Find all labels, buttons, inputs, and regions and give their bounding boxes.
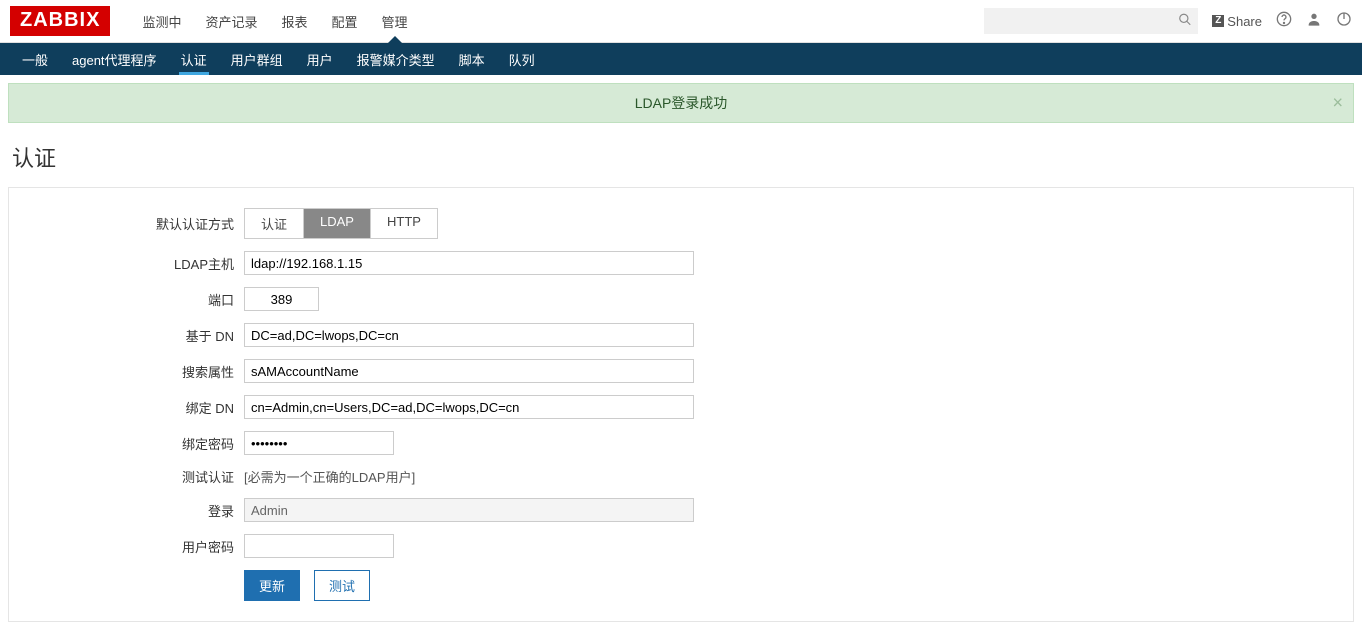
- page-title: 认证: [12, 141, 1350, 173]
- search-icon[interactable]: [1178, 13, 1192, 30]
- subnav-label: 一般: [22, 50, 48, 69]
- form-card: 默认认证方式 认证 LDAP HTTP LDAP主机 端口 基于 DN: [8, 187, 1354, 622]
- share-label: Share: [1227, 14, 1262, 29]
- test-auth-helper: [必需为一个正确的LDAP用户]: [244, 470, 415, 485]
- success-alert: LDAP登录成功 ×: [8, 83, 1354, 123]
- label-login: 登录: [19, 501, 244, 520]
- opt-label: 认证: [261, 217, 287, 232]
- label-test-auth: 测试认证: [19, 467, 244, 486]
- topnav-inventory[interactable]: 资产记录: [193, 0, 269, 42]
- label-search-attr: 搜索属性: [19, 362, 244, 381]
- alert-text: LDAP登录成功: [635, 95, 728, 111]
- opt-label: LDAP: [320, 214, 354, 229]
- topnav-reports[interactable]: 报表: [269, 0, 319, 42]
- label-bind-pw: 绑定密码: [19, 434, 244, 453]
- search-input[interactable]: [984, 8, 1198, 34]
- update-label: 更新: [259, 579, 285, 594]
- bind-pw-input[interactable]: [244, 431, 394, 455]
- default-auth-group: 认证 LDAP HTTP: [244, 208, 438, 239]
- top-right-controls: Z Share: [984, 8, 1352, 34]
- top-bar: ZABBIX 监测中 资产记录 报表 配置 管理 Z Share: [0, 0, 1362, 43]
- port-input[interactable]: [244, 287, 319, 311]
- auth-option-ldap[interactable]: LDAP: [304, 209, 371, 238]
- body-area: LDAP登录成功 × 认证 默认认证方式 认证 LDAP HTTP LDAP主机…: [0, 75, 1362, 630]
- topnav-label: 资产记录: [205, 12, 257, 31]
- help-icon[interactable]: [1276, 11, 1292, 31]
- topnav-monitoring[interactable]: 监测中: [130, 0, 193, 42]
- subnav-label: 报警媒介类型: [357, 50, 435, 69]
- topnav-config[interactable]: 配置: [320, 0, 370, 42]
- subnav-usergroups[interactable]: 用户群组: [219, 43, 295, 75]
- label-ldap-host: LDAP主机: [19, 254, 244, 273]
- user-pw-input[interactable]: [244, 534, 394, 558]
- ldap-host-input[interactable]: [244, 251, 694, 275]
- subnav-label: 用户群组: [231, 50, 283, 69]
- topnav-label: 配置: [332, 12, 358, 31]
- label-default-auth: 默认认证方式: [19, 214, 244, 233]
- test-button[interactable]: 测试: [314, 570, 370, 601]
- subnav-users[interactable]: 用户: [295, 43, 345, 75]
- subnav-proxies[interactable]: agent代理程序: [60, 43, 169, 75]
- label-bind-dn: 绑定 DN: [19, 398, 244, 417]
- share-z-icon: Z: [1212, 15, 1224, 27]
- topnav-label: 管理: [382, 12, 408, 31]
- subnav-auth[interactable]: 认证: [169, 43, 219, 75]
- subnav-mediatypes[interactable]: 报警媒介类型: [345, 43, 447, 75]
- top-nav: 监测中 资产记录 报表 配置 管理: [130, 0, 419, 42]
- action-row: 更新 测试: [244, 570, 1343, 601]
- update-button[interactable]: 更新: [244, 570, 300, 601]
- search-box: [984, 8, 1198, 34]
- auth-option-internal[interactable]: 认证: [245, 209, 304, 238]
- search-attr-input[interactable]: [244, 359, 694, 383]
- user-icon[interactable]: [1306, 11, 1322, 31]
- login-input: [244, 498, 694, 522]
- subnav-label: 认证: [181, 50, 207, 69]
- subnav-label: 脚本: [459, 50, 485, 69]
- subnav-general[interactable]: 一般: [10, 43, 60, 75]
- subnav-label: 队列: [509, 50, 535, 69]
- label-user-pw: 用户密码: [19, 537, 244, 556]
- subnav-queue[interactable]: 队列: [497, 43, 547, 75]
- logo: ZABBIX: [10, 6, 110, 36]
- subnav-label: agent代理程序: [72, 50, 157, 69]
- sub-nav: 一般 agent代理程序 认证 用户群组 用户 报警媒介类型 脚本 队列: [0, 43, 1362, 75]
- alert-close-icon[interactable]: ×: [1332, 93, 1343, 114]
- opt-label: HTTP: [387, 214, 421, 229]
- label-base-dn: 基于 DN: [19, 326, 244, 345]
- auth-option-http[interactable]: HTTP: [371, 209, 437, 238]
- test-label: 测试: [329, 579, 355, 594]
- topnav-label: 监测中: [142, 12, 181, 31]
- topnav-admin[interactable]: 管理: [370, 0, 420, 42]
- subnav-scripts[interactable]: 脚本: [447, 43, 497, 75]
- label-port: 端口: [19, 290, 244, 309]
- topnav-label: 报表: [281, 12, 307, 31]
- subnav-label: 用户: [307, 50, 333, 69]
- base-dn-input[interactable]: [244, 323, 694, 347]
- share-button[interactable]: Z Share: [1212, 14, 1262, 29]
- bind-dn-input[interactable]: [244, 395, 694, 419]
- logout-icon[interactable]: [1336, 11, 1352, 31]
